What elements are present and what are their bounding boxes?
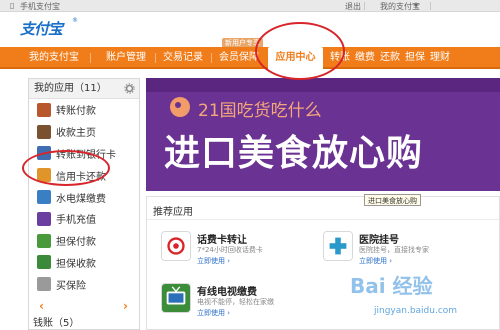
nav-account-management[interactable]: 账户管理 xyxy=(106,47,146,69)
sidebar-header: 我的应用（11） xyxy=(29,79,139,99)
next-page-arrow-icon[interactable]: › xyxy=(123,299,128,313)
nav-wealth[interactable]: 理财 xyxy=(430,47,450,69)
divider xyxy=(147,219,499,220)
phone-icon: ▯ xyxy=(10,1,15,10)
nav-my-alipay[interactable]: 我的支付宝 xyxy=(29,47,79,69)
recommended-apps-title: 推荐应用 xyxy=(153,207,193,218)
sidebar-item-label: 水电煤缴费 xyxy=(56,193,106,205)
sidebar-item-label: 转账付款 xyxy=(56,106,96,118)
sidebar-item[interactable]: 收款主页 xyxy=(29,121,139,143)
sidebar-title: 我的应用（11） xyxy=(34,83,107,94)
sidebar-footer-label: 钱账（5） xyxy=(33,318,80,329)
app-card-cable-tv-payment[interactable]: 有线电视缴费 电视不能停，轻松在家缴 立即使用 › xyxy=(161,283,331,329)
tv-icon xyxy=(161,283,191,313)
app-description: 7*24小时回收话费卡 xyxy=(197,246,263,254)
guarantee-receive-icon xyxy=(37,255,51,270)
sidebar-item-label: 手机充值 xyxy=(56,215,96,227)
banner-tooltip: 进口美食放心购 xyxy=(364,194,421,206)
nav-repayment[interactable]: 还款 xyxy=(380,47,400,69)
hospital-icon xyxy=(323,231,353,261)
use-now-link[interactable]: 立即使用 › xyxy=(197,256,230,266)
nav-bill-pay[interactable]: 缴费 xyxy=(355,47,375,69)
sidebar-item[interactable]: 水电煤缴费 xyxy=(29,186,139,208)
guarantee-pay-icon xyxy=(37,233,51,248)
logout-link[interactable]: 退出 xyxy=(345,1,361,12)
sidebar-item-label: 收款主页 xyxy=(56,128,96,140)
sidebar-item[interactable]: 买保险 xyxy=(29,273,139,295)
annotation-circle-credit-card-repay xyxy=(22,150,110,186)
insurance-icon xyxy=(37,277,51,292)
phone-icon xyxy=(37,211,51,226)
banner-subtitle: 21国吃货吃什么 xyxy=(198,101,322,121)
my-apps-sidebar: 我的应用（11） 转账付款 收款主页 转账到银行卡 信用卡还款 水电煤缴费 手机充值 担保付… xyxy=(28,78,140,330)
app-card-phone-card-transfer[interactable]: 话费卡转让 7*24小时回收话费卡 立即使用 › xyxy=(161,231,331,277)
watermark-text: Bai 经验 xyxy=(350,274,433,298)
sidebar-pager: ‹ › xyxy=(29,299,139,315)
alipay-logo[interactable]: 支付宝 ® xyxy=(20,17,78,39)
app-description: 电视不能停，轻松在家缴 xyxy=(197,298,274,306)
sidebar-item[interactable]: 转账付款 xyxy=(29,99,139,121)
utility-icon xyxy=(37,190,51,205)
nav-divider xyxy=(211,53,212,63)
banner-top-stripe xyxy=(146,78,500,92)
prev-page-arrow-icon[interactable]: ‹ xyxy=(39,299,44,313)
trademark-mark: ® xyxy=(72,17,78,24)
sidebar-item-label: 担保付款 xyxy=(56,237,96,249)
top-utility-bar: ▯ 手机支付宝 退出 我的支付宝 ▾ xyxy=(0,0,500,12)
receive-icon xyxy=(37,124,51,139)
app-name: 医院挂号 xyxy=(359,235,399,246)
divider xyxy=(364,2,365,10)
china-unicom-icon xyxy=(161,231,191,261)
baidu-jingyan-watermark: Bai 经验 jingyan.baidu.com xyxy=(336,262,500,330)
nav-divider xyxy=(155,53,156,63)
watermark-url: jingyan.baidu.com xyxy=(374,306,458,316)
banner-title: 进口美食放心购 xyxy=(164,133,424,174)
nav-divider xyxy=(90,53,91,63)
nav-transaction-records[interactable]: 交易记录 xyxy=(163,47,203,69)
sidebar-item[interactable]: 担保收款 xyxy=(29,252,139,274)
food-bowl-icon xyxy=(170,97,190,117)
app-name: 有线电视缴费 xyxy=(197,287,257,298)
sidebar-item-label: 担保收款 xyxy=(56,258,96,270)
annotation-circle-app-center xyxy=(255,22,345,80)
nav-guarantee[interactable]: 担保 xyxy=(405,47,425,69)
phone-alipay-link[interactable]: 手机支付宝 xyxy=(20,1,60,12)
transfer-icon xyxy=(37,102,51,117)
sidebar-item[interactable]: 担保付款 xyxy=(29,230,139,252)
main-nav: 我的支付宝 账户管理 交易记录 会员保障 应用中心 转账 缴费 还款 担保 理财 xyxy=(0,47,500,71)
sidebar-item[interactable]: 手机充值 xyxy=(29,208,139,230)
gear-icon[interactable] xyxy=(124,83,135,94)
divider xyxy=(430,2,431,10)
app-description: 医院挂号，直接找专家 xyxy=(359,246,429,254)
logo-text: 支付宝 xyxy=(20,19,63,38)
use-now-link[interactable]: 立即使用 › xyxy=(197,308,230,318)
sidebar-item-label: 买保险 xyxy=(56,280,86,292)
nav-member-protection[interactable]: 会员保障 xyxy=(219,47,259,69)
chevron-down-icon: ▾ xyxy=(414,1,419,10)
promo-banner[interactable]: 21国吃货吃什么 进口美食放心购 xyxy=(146,78,500,191)
sidebar-app-list: 转账付款 收款主页 转账到银行卡 信用卡还款 水电煤缴费 手机充值 担保付款 担保收款 买保险 xyxy=(29,99,139,295)
app-name: 话费卡转让 xyxy=(197,235,247,246)
